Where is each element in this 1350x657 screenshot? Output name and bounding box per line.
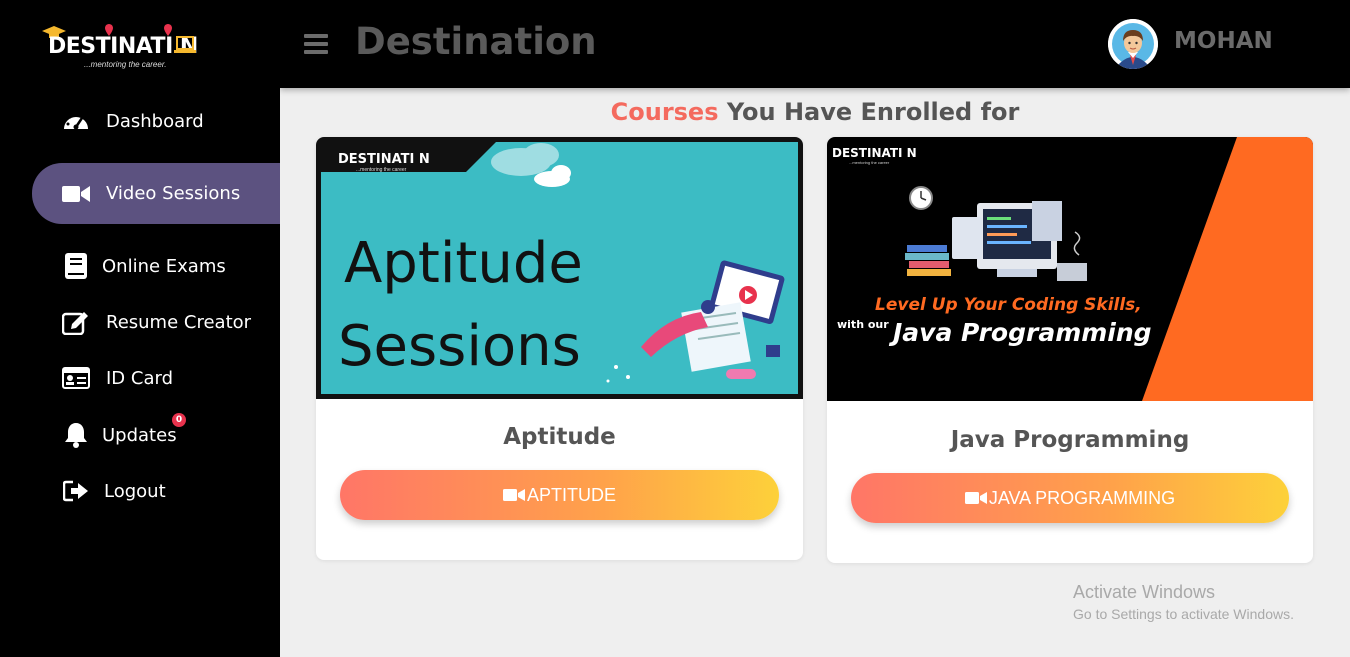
- banner-title-line-2: Sessions: [338, 314, 581, 379]
- banner-logo-tagline: ...mentoring the career: [849, 160, 890, 165]
- sidebar-item-logout[interactable]: Logout: [32, 463, 280, 519]
- course-name: Java Programming: [950, 427, 1190, 453]
- sidebar-item-updates[interactable]: Updates 0: [32, 407, 280, 463]
- avatar[interactable]: [1108, 19, 1158, 69]
- location-pin-icon: [164, 24, 172, 36]
- watermark-line-1: Activate Windows: [1073, 582, 1216, 602]
- section-heading-rest: You Have Enrolled for: [718, 98, 1020, 126]
- video-camera-icon: [964, 492, 987, 504]
- location-pin-icon: [105, 24, 113, 36]
- sidebar-item-label: Dashboard: [106, 110, 204, 132]
- section-heading-accent: Courses: [610, 98, 719, 126]
- video-camera-icon: [62, 181, 90, 207]
- sidebar-item-label: Updates: [102, 424, 177, 446]
- sidebar-item-label: Resume Creator: [106, 311, 252, 333]
- course-button-label: JAVA PROGRAMMING: [988, 487, 1176, 508]
- id-card-icon: [62, 365, 90, 391]
- banner-title-line-1: Aptitude: [344, 231, 583, 296]
- sidebar-item-label: ID Card: [106, 367, 173, 389]
- laptop-icon: [174, 36, 196, 53]
- course-button-label: APTITUDE: [526, 484, 616, 505]
- sidebar: DESTINATI N ...mentoring the career. Das…: [0, 0, 280, 657]
- banner-line-2: Java Programming: [888, 318, 1152, 347]
- logo-tagline: ...mentoring the career.: [84, 60, 167, 69]
- page-title: Destination: [355, 20, 597, 63]
- sidebar-item-online-exams[interactable]: Online Exams: [32, 238, 280, 294]
- edit-icon: [62, 309, 90, 335]
- java-banner-image[interactable]: DESTINATI N ...mentoring the career Leve…: [827, 137, 1313, 401]
- sidebar-item-label: Online Exams: [102, 255, 226, 277]
- menu-toggle-icon[interactable]: [304, 34, 328, 54]
- section-heading: Courses You Have Enrolled for: [280, 98, 1350, 126]
- video-camera-icon: [502, 489, 525, 501]
- logout-icon: [62, 478, 90, 504]
- banner-logo-text: DESTINATI N: [832, 146, 917, 160]
- top-header: Destination MOHAN: [280, 0, 1350, 88]
- java-programming-course-button[interactable]: JAVA PROGRAMMING: [851, 473, 1289, 523]
- watermark-line-2: Go to Settings to activate Windows.: [1073, 606, 1294, 622]
- course-card-java: DESTINATI N ...mentoring the career Leve…: [827, 137, 1313, 563]
- sidebar-item-resume-creator[interactable]: Resume Creator: [32, 294, 280, 350]
- brand-logo[interactable]: DESTINATI N ...mentoring the career.: [42, 24, 222, 74]
- aptitude-banner-image[interactable]: DESTINATI N ...mentoring the career Apti…: [316, 137, 803, 399]
- banner-line-1: Level Up Your Coding Skills,: [875, 295, 1142, 315]
- windows-activation-watermark: Activate Windows Go to Settings to activ…: [1073, 582, 1294, 622]
- sidebar-item-id-card[interactable]: ID Card: [32, 350, 280, 406]
- dashboard-gauge-icon: [62, 108, 90, 134]
- bell-icon: [62, 422, 90, 448]
- aptitude-course-button[interactable]: APTITUDE: [340, 470, 779, 520]
- notification-badge: 0: [172, 413, 186, 427]
- sidebar-item-dashboard[interactable]: Dashboard: [32, 93, 280, 149]
- username[interactable]: MOHAN: [1174, 28, 1273, 54]
- book-icon: [62, 253, 90, 279]
- course-card-aptitude: DESTINATI N ...mentoring the career Apti…: [316, 137, 803, 560]
- sidebar-item-label: Video Sessions: [106, 183, 241, 204]
- banner-line-2-prefix: with our: [837, 318, 889, 331]
- sidebar-item-video-sessions[interactable]: Video Sessions: [32, 163, 280, 224]
- course-name: Aptitude: [503, 424, 616, 450]
- banner-logo-tagline: ...mentoring the career: [356, 167, 407, 173]
- banner-logo-text: DESTINATI N: [338, 152, 430, 167]
- sidebar-item-label: Logout: [104, 480, 166, 502]
